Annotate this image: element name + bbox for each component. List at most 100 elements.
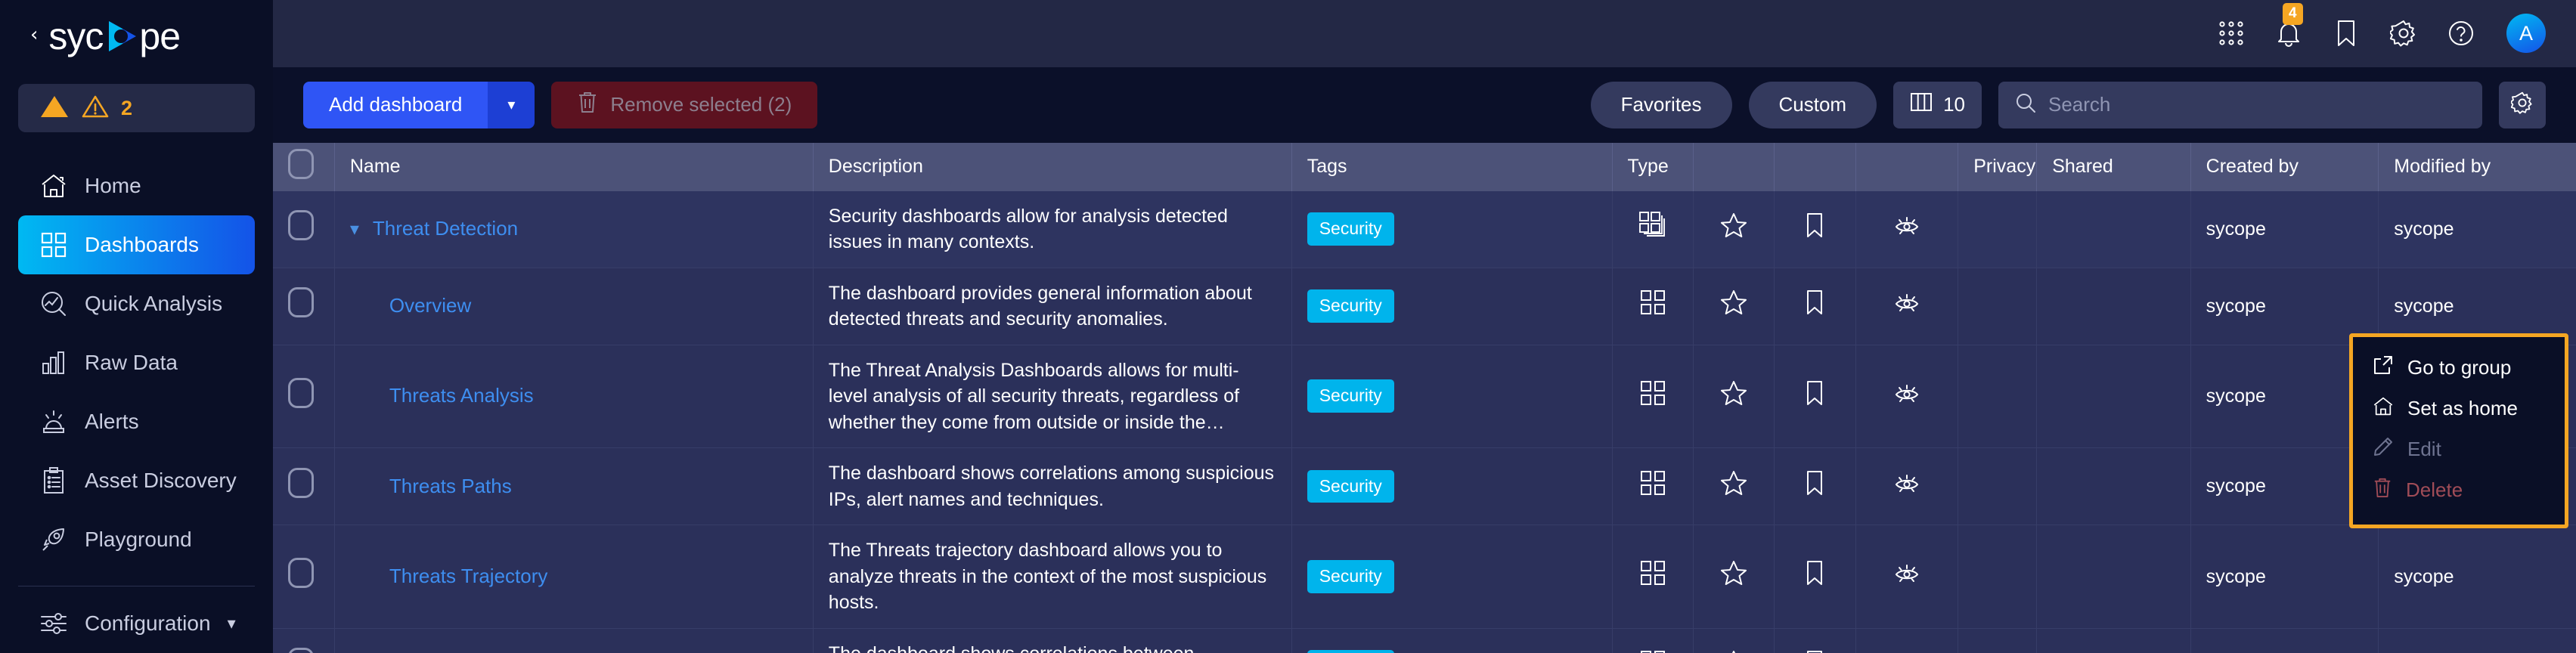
star-icon[interactable]: [1720, 561, 1747, 590]
context-menu-item-go-to-group[interactable]: Go to group: [2353, 348, 2565, 388]
avatar[interactable]: A: [2506, 14, 2546, 54]
star-icon[interactable]: [1720, 470, 1747, 500]
tag-badge[interactable]: Security: [1307, 289, 1394, 323]
row-tags-cell[interactable]: Security: [1291, 447, 1613, 526]
sidebar-item-playground[interactable]: Playground: [18, 510, 255, 569]
row-context-menu[interactable]: Go to group Set as home Edit Delete: [2349, 333, 2568, 528]
star-icon[interactable]: [1720, 213, 1747, 243]
row-bookmark-cell[interactable]: [1774, 345, 1856, 449]
bookmark-icon[interactable]: [1805, 380, 1824, 410]
row-select-cell[interactable]: [273, 268, 335, 345]
table-row[interactable]: Threats Paths The dashboard shows correla…: [273, 447, 2576, 526]
bookmark-icon[interactable]: [1805, 213, 1824, 243]
sidebar-item-dashboards[interactable]: Dashboards: [18, 215, 255, 274]
row-favorite-cell[interactable]: [1693, 190, 1775, 268]
eye-icon[interactable]: [1892, 384, 1921, 410]
row-favorite-cell[interactable]: [1693, 525, 1775, 629]
sidebar-item-home[interactable]: Home: [18, 156, 255, 215]
row-checkbox[interactable]: [288, 648, 314, 653]
eye-icon[interactable]: [1892, 474, 1921, 500]
row-visibility-cell[interactable]: [1855, 345, 1959, 449]
tag-badge[interactable]: Security: [1307, 559, 1394, 593]
sidebar-item-configuration[interactable]: Configuration ▾: [18, 594, 255, 653]
row-name-cell[interactable]: Threats Analysis: [334, 345, 814, 449]
chevron-down-icon[interactable]: ▾: [228, 614, 236, 633]
expand-collapse-icon[interactable]: ▾: [350, 220, 359, 238]
row-checkbox[interactable]: [288, 467, 314, 498]
eye-icon[interactable]: [1892, 294, 1921, 319]
sidebar-item-quick-analysis[interactable]: Quick Analysis: [18, 274, 255, 333]
column-header-modified-by[interactable]: Modified by: [2378, 142, 2576, 191]
bookmark-icon[interactable]: [1805, 470, 1824, 500]
select-all-header[interactable]: [273, 142, 335, 191]
custom-filter-button[interactable]: Custom: [1748, 81, 1877, 128]
row-visibility-cell[interactable]: [1855, 268, 1959, 345]
row-select-cell[interactable]: [273, 447, 335, 526]
add-dashboard-button[interactable]: Add dashboard ▾: [303, 81, 535, 128]
bell-icon[interactable]: 4: [2272, 3, 2305, 50]
bookmark-icon[interactable]: [2330, 17, 2363, 50]
row-favorite-cell[interactable]: [1693, 628, 1775, 653]
row-favorite-cell[interactable]: [1693, 447, 1775, 526]
column-header-tags[interactable]: Tags: [1291, 142, 1613, 191]
bookmark-icon[interactable]: [1805, 290, 1824, 320]
sidebar-alert-summary[interactable]: 2: [18, 84, 255, 132]
tag-badge[interactable]: Security: [1307, 650, 1394, 653]
chevron-down-icon[interactable]: ▾: [488, 81, 535, 128]
star-icon[interactable]: [1720, 380, 1747, 410]
row-visibility-cell[interactable]: [1855, 447, 1959, 526]
column-header-favorite[interactable]: [1693, 142, 1775, 191]
favorites-filter-button[interactable]: Favorites: [1590, 81, 1732, 128]
row-visibility-cell[interactable]: [1855, 628, 1959, 653]
sidebar-collapse-icon[interactable]: ‹: [30, 25, 38, 45]
sidebar-item-asset-discovery[interactable]: Asset Discovery: [18, 451, 255, 510]
row-name-cell[interactable]: Overview: [334, 268, 814, 345]
row-visibility-cell[interactable]: [1855, 190, 1959, 268]
column-header-name[interactable]: Name: [334, 142, 814, 191]
dashboard-name-link[interactable]: Threats Trajectory: [389, 563, 548, 590]
row-tags-cell[interactable]: Security: [1291, 190, 1613, 268]
search-box[interactable]: [1998, 81, 2482, 128]
help-circle-icon[interactable]: [2444, 17, 2478, 50]
table-row[interactable]: ▾ Threat Detection Security dashboards all…: [273, 190, 2576, 268]
dashboard-name-link[interactable]: Threat Detection: [373, 215, 518, 243]
table-settings-button[interactable]: [2499, 81, 2546, 128]
dashboard-name-link[interactable]: Threats Analysis: [389, 382, 534, 410]
add-dashboard-label[interactable]: Add dashboard: [303, 81, 488, 128]
search-input[interactable]: [2048, 93, 2466, 117]
star-icon[interactable]: [1720, 290, 1747, 320]
dashboard-name-link[interactable]: Overview: [389, 292, 471, 320]
row-select-cell[interactable]: [273, 628, 335, 653]
eye-icon[interactable]: [1892, 217, 1921, 242]
row-visibility-cell[interactable]: [1855, 525, 1959, 629]
brand-logo[interactable]: ‹ syc pe: [0, 0, 273, 72]
row-tags-cell[interactable]: Security: [1291, 525, 1613, 629]
tag-badge[interactable]: Security: [1307, 379, 1394, 413]
table-row[interactable]: Overview The dashboard provides general i…: [273, 268, 2576, 345]
context-menu-item-set-as-home[interactable]: Set as home: [2353, 388, 2565, 429]
column-header-type[interactable]: Type: [1612, 142, 1694, 191]
column-header-visibility[interactable]: [1855, 142, 1959, 191]
row-bookmark-cell[interactable]: [1774, 447, 1856, 526]
row-bookmark-cell[interactable]: [1774, 525, 1856, 629]
row-name-cell[interactable]: IPs Correlations: [334, 628, 814, 653]
column-header-shared[interactable]: Shared: [2036, 142, 2191, 191]
row-name-cell[interactable]: ▾ Threat Detection: [334, 190, 814, 268]
table-row[interactable]: Threats Trajectory The Threats trajectory…: [273, 525, 2576, 629]
row-bookmark-cell[interactable]: [1774, 628, 1856, 653]
row-tags-cell[interactable]: Security: [1291, 345, 1613, 449]
remove-selected-button[interactable]: Remove selected (2): [551, 81, 818, 128]
eye-icon[interactable]: [1892, 565, 1921, 590]
row-tags-cell[interactable]: Security: [1291, 628, 1613, 653]
row-checkbox[interactable]: [288, 377, 314, 408]
dashboard-name-link[interactable]: Threats Paths: [389, 473, 512, 500]
column-header-bookmark[interactable]: [1774, 142, 1856, 191]
table-row[interactable]: Threats Analysis The Threat Analysis Dash…: [273, 345, 2576, 449]
row-tags-cell[interactable]: Security: [1291, 268, 1613, 345]
bookmark-icon[interactable]: [1805, 561, 1824, 590]
row-bookmark-cell[interactable]: [1774, 190, 1856, 268]
row-favorite-cell[interactable]: [1693, 268, 1775, 345]
row-select-cell[interactable]: [273, 190, 335, 268]
gear-icon[interactable]: [2387, 17, 2420, 50]
row-checkbox[interactable]: [288, 210, 314, 241]
